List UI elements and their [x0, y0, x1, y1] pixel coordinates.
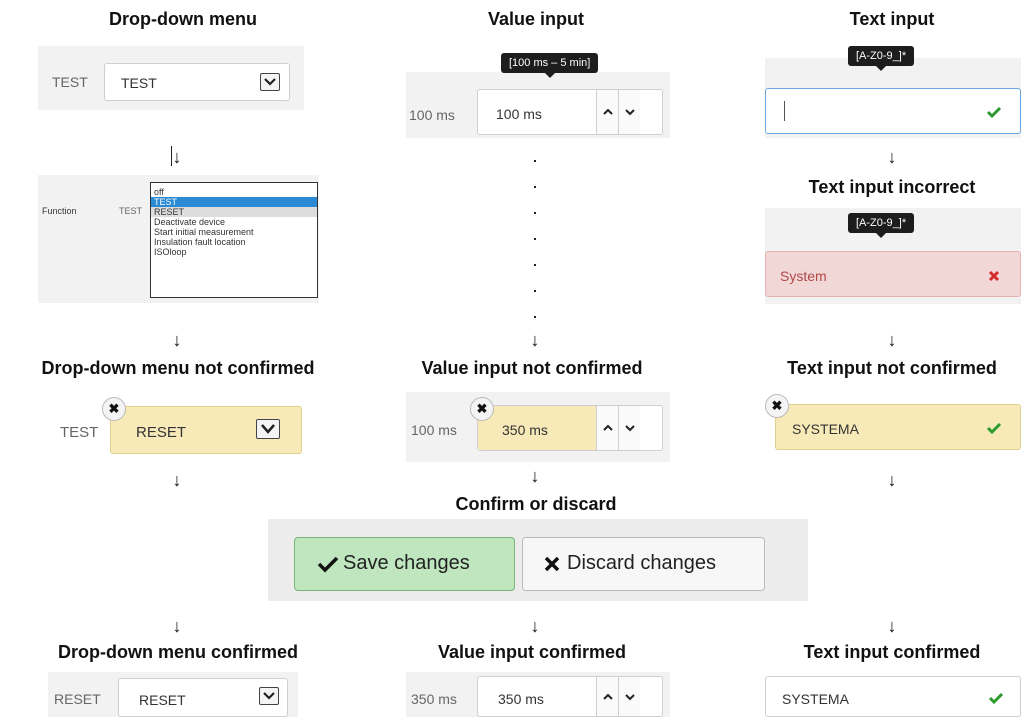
arrow: ↓	[530, 466, 540, 486]
check-icon	[317, 556, 339, 573]
dot	[534, 290, 536, 292]
close-icon[interactable]: ✖	[765, 394, 789, 418]
text-confirmed-value: SYSTEMA	[782, 691, 849, 707]
check-icon	[988, 692, 1004, 705]
chevron-up-icon[interactable]	[596, 90, 618, 134]
arrow: ↓	[887, 470, 897, 490]
option-deactivate-device[interactable]: Deactivate device	[151, 217, 317, 227]
confirm-title: Confirm or discard	[455, 494, 617, 514]
value-input-title: Value input	[487, 9, 585, 29]
option-start-initial-measurement[interactable]: Start initial measurement	[151, 227, 317, 237]
value-input-not-confirmed-title: Value input not confirmed	[421, 358, 643, 378]
option-off[interactable]: off	[151, 187, 317, 197]
close-icon[interactable]: ✖	[102, 397, 126, 421]
text-input-not-confirmed-title: Text input not confirmed	[787, 358, 997, 378]
chevron-down-icon[interactable]	[618, 406, 640, 450]
option-insulation-fault-location[interactable]: Insulation fault location	[151, 237, 317, 247]
discard-label: Discard changes	[567, 552, 716, 574]
dropdown-not-confirmed-title: Drop-down menu not confirmed	[41, 358, 315, 378]
close-icon[interactable]: ✖	[470, 397, 494, 421]
value-not-confirmed-prefix: 100 ms	[411, 422, 457, 438]
chevron-down-icon[interactable]	[618, 677, 640, 716]
text-input-confirmed-title: Text input confirmed	[803, 642, 981, 662]
text-incorrect-tooltip: [A-Z0-9_]*	[848, 213, 915, 238]
save-button[interactable]: Save changes	[294, 537, 515, 591]
value-input-prefix: 100 ms	[409, 107, 455, 123]
dot	[534, 264, 536, 266]
dot	[534, 238, 536, 240]
option-reset[interactable]: RESET	[151, 207, 317, 217]
text-cursor	[784, 101, 785, 121]
dropdown-confirmed-title: Drop-down menu confirmed	[58, 642, 298, 662]
arrow: ↓	[887, 147, 897, 167]
dot	[534, 186, 536, 188]
dot	[534, 316, 536, 318]
check-icon	[986, 422, 1002, 435]
text-input-unconfirmed[interactable]: SYSTEMA	[775, 404, 1021, 450]
option-test[interactable]: TEST	[151, 197, 317, 207]
value-input[interactable]: 100 ms	[477, 89, 663, 135]
dropdown-select-confirmed[interactable]: RESET	[118, 678, 288, 717]
check-icon	[986, 106, 1002, 119]
value-range-tooltip: [100 ms – 5 min]	[501, 53, 599, 78]
cross-icon	[544, 556, 560, 572]
value-confirmed-prefix: 350 ms	[411, 691, 457, 707]
value-input-confirmed-title: Value input confirmed	[437, 642, 627, 662]
dot	[534, 160, 536, 162]
cross-icon	[988, 270, 1000, 282]
text-input-confirmed[interactable]: SYSTEMA	[765, 676, 1021, 717]
value-confirmed-value: 350 ms	[498, 691, 544, 707]
value-input-unconfirmed[interactable]: 350 ms	[477, 405, 663, 451]
chevron-down-icon[interactable]	[256, 419, 280, 439]
dropdown-confirmed-value: RESET	[139, 692, 186, 708]
arrow: ↓	[172, 470, 182, 490]
dropdown-options-list[interactable]: off TEST RESET Deactivate device Start i…	[150, 182, 318, 298]
text-input-title: Text input	[849, 9, 935, 29]
dropdown-title: Drop-down menu	[109, 9, 257, 29]
dropdown-list-prefix: TEST	[119, 206, 143, 216]
chevron-down-icon[interactable]	[259, 687, 279, 705]
dropdown-unconfirmed-value: RESET	[136, 424, 187, 441]
arrow: ↓	[172, 330, 182, 350]
chevron-down-icon[interactable]	[260, 73, 280, 91]
chevron-up-icon[interactable]	[596, 406, 618, 450]
text-input[interactable]	[765, 88, 1021, 134]
value-input-value: 100 ms	[496, 106, 542, 122]
dropdown-select-unconfirmed[interactable]: RESET	[110, 406, 302, 454]
chevron-up-icon[interactable]	[596, 677, 618, 716]
discard-button[interactable]: Discard changes	[522, 537, 765, 591]
value-unconfirmed-value: 350 ms	[502, 422, 548, 438]
dropdown-not-confirmed-prefix: TEST	[60, 424, 99, 441]
dropdown-value: TEST	[121, 75, 157, 91]
arrow: ↓	[530, 616, 540, 636]
arrow: ↓	[172, 616, 182, 636]
option-isoloop[interactable]: ISOloop	[151, 247, 317, 257]
arrow: ↓	[530, 330, 540, 350]
dot	[534, 212, 536, 214]
dropdown-select[interactable]: TEST	[104, 63, 290, 101]
dropdown-confirmed-prefix: RESET	[54, 691, 101, 707]
text-incorrect-value: System	[780, 268, 827, 284]
arrow: ↓	[172, 147, 182, 167]
text-unconfirmed-value: SYSTEMA	[792, 421, 859, 437]
value-input-confirmed[interactable]: 350 ms	[477, 676, 663, 717]
text-pattern-tooltip: [A-Z0-9_]*	[848, 46, 915, 71]
function-label: Function	[42, 206, 77, 216]
dropdown-prefix: TEST	[52, 74, 88, 90]
text-input-incorrect[interactable]: System	[765, 251, 1021, 297]
text-input-incorrect-title: Text input incorrect	[808, 177, 976, 197]
arrow: ↓	[887, 616, 897, 636]
arrow: ↓	[887, 330, 897, 350]
save-label: Save changes	[343, 552, 470, 574]
chevron-down-icon[interactable]	[618, 90, 640, 134]
